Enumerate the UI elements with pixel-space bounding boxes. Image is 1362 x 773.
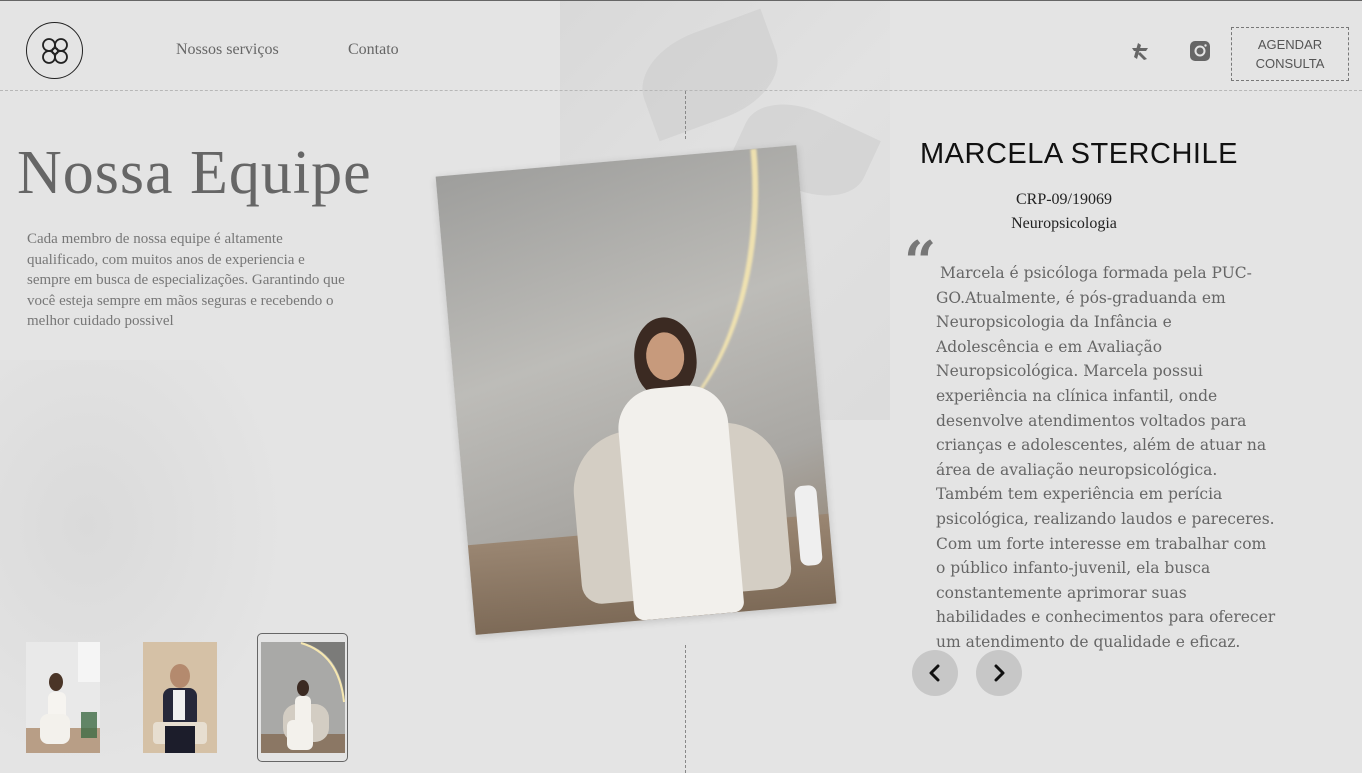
chevron-left-icon <box>929 664 940 682</box>
chevron-right-icon <box>994 664 1005 682</box>
team-member-thumbnail-selected[interactable] <box>261 642 345 753</box>
divider-line <box>685 645 686 773</box>
instagram-icon[interactable] <box>1188 39 1212 63</box>
page-title: Nossa Equipe <box>17 139 372 207</box>
team-member-photo <box>435 145 837 635</box>
member-name: MARCELA STERCHILE <box>920 138 1238 170</box>
site-header: Nossos serviços Contato AGENDAR CONSULTA <box>0 0 1362 91</box>
team-member-thumbnail[interactable] <box>143 642 217 753</box>
photo-person-body <box>615 382 745 621</box>
member-crp: CRP-09/19069 <box>1015 191 1112 208</box>
team-intro-text: Cada membro de nossa equipe é altamente … <box>27 231 345 329</box>
nav-link-services[interactable]: Nossos serviços <box>176 41 279 59</box>
team-member-thumbnail[interactable] <box>26 642 100 753</box>
member-bio: Marcela é psicóloga formada pela PUC-GO.… <box>936 264 1276 651</box>
quote-mark-icon: “ <box>904 229 937 295</box>
doctoralia-icon[interactable] <box>1128 39 1152 63</box>
schedule-appointment-button[interactable]: AGENDAR CONSULTA <box>1231 27 1349 81</box>
nav-link-contact[interactable]: Contato <box>348 41 399 59</box>
previous-member-button[interactable] <box>912 650 958 696</box>
next-member-button[interactable] <box>976 650 1022 696</box>
knot-flower-logo-icon[interactable] <box>26 22 83 79</box>
member-specialty: Neuropsicologia <box>1011 215 1117 232</box>
divider-line <box>685 91 686 139</box>
